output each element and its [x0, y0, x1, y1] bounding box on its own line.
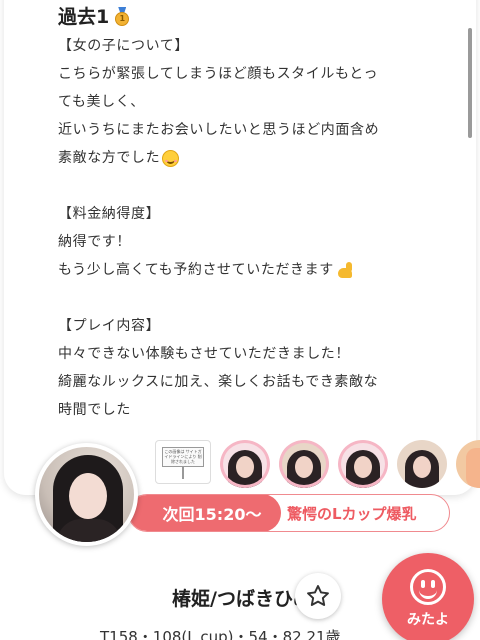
section-heading-price: 【料金納得度】 — [58, 206, 161, 222]
section-heading-girl: 【女の子について】 — [58, 38, 189, 54]
photo-thumbnail[interactable] — [279, 440, 329, 488]
mitayo-button[interactable]: みたよ — [382, 553, 474, 640]
review-text-line: 納得です！ — [58, 234, 131, 250]
smile-emoji-icon — [162, 149, 180, 167]
review-text-line: こちらが緊張してしまうほど顔もスタイルもとっ — [58, 66, 379, 82]
photo-thumbnail-strip: この画像は サイトガイドラインにより 削除されました — [155, 440, 480, 488]
star-icon — [305, 583, 331, 609]
review-text: 素敵な方でした — [58, 150, 161, 166]
review-text-line: 時間でした — [58, 402, 131, 418]
gold-medal-icon: 1 — [113, 7, 131, 27]
photo-thumbnail[interactable] — [456, 440, 480, 488]
next-time-badge: 次回15:20〜 — [129, 495, 281, 531]
schedule-pill[interactable]: 次回15:20〜 驚愕のLカップ爆乳 — [128, 494, 450, 532]
review-card: 過去1 1 【女の子について】 こちらが緊張してしまうほど顔もスタイルもとっ て… — [4, 0, 476, 495]
photo-thumbnail[interactable] — [338, 440, 388, 488]
review-text-line: もう少し高くても予約させていただきます — [58, 256, 458, 284]
review-text-line: ても美しく、 — [58, 94, 145, 110]
photo-thumbnail[interactable] — [397, 440, 447, 488]
review-title: 過去1 1 — [58, 2, 458, 32]
photo-thumbnail[interactable] — [220, 440, 270, 488]
profile-stats: T158・108(L cup)・54・82 21歳 — [100, 628, 341, 640]
catchphrase: 驚愕のLカップ爆乳 — [287, 504, 417, 523]
review-text-line: 素敵な方でした — [58, 144, 458, 172]
scrollbar[interactable] — [468, 28, 472, 138]
profile-name: 椿姫/つばきひめ — [172, 587, 312, 610]
smile-face-icon — [410, 569, 446, 605]
profile-avatar[interactable] — [35, 443, 138, 546]
review-text-line: 近いうちにまたお会いしたいと思うほど内面含め — [58, 122, 380, 138]
section-heading-play: 【プレイ内容】 — [58, 318, 161, 334]
removed-image-notice[interactable]: この画像は サイトガイドラインにより 削除されました — [155, 440, 211, 484]
removed-image-text: この画像は サイトガイドラインにより 削除されました — [164, 449, 202, 464]
favorite-button[interactable] — [295, 573, 341, 619]
review-title-text: 過去1 — [58, 6, 110, 28]
review-body: 過去1 1 【女の子について】 こちらが緊張してしまうほど顔もスタイルもとっ て… — [58, 2, 458, 424]
review-text-line: 綺麗なルックスに加え、楽しくお話もでき素敵な — [58, 374, 379, 390]
review-text: もう少し高くても予約させていただきます — [58, 262, 334, 278]
review-text-line: 中々できない体験もさせていただきました！ — [58, 346, 350, 362]
mitayo-label: みたよ — [407, 612, 449, 628]
flexed-biceps-emoji-icon — [336, 261, 354, 279]
